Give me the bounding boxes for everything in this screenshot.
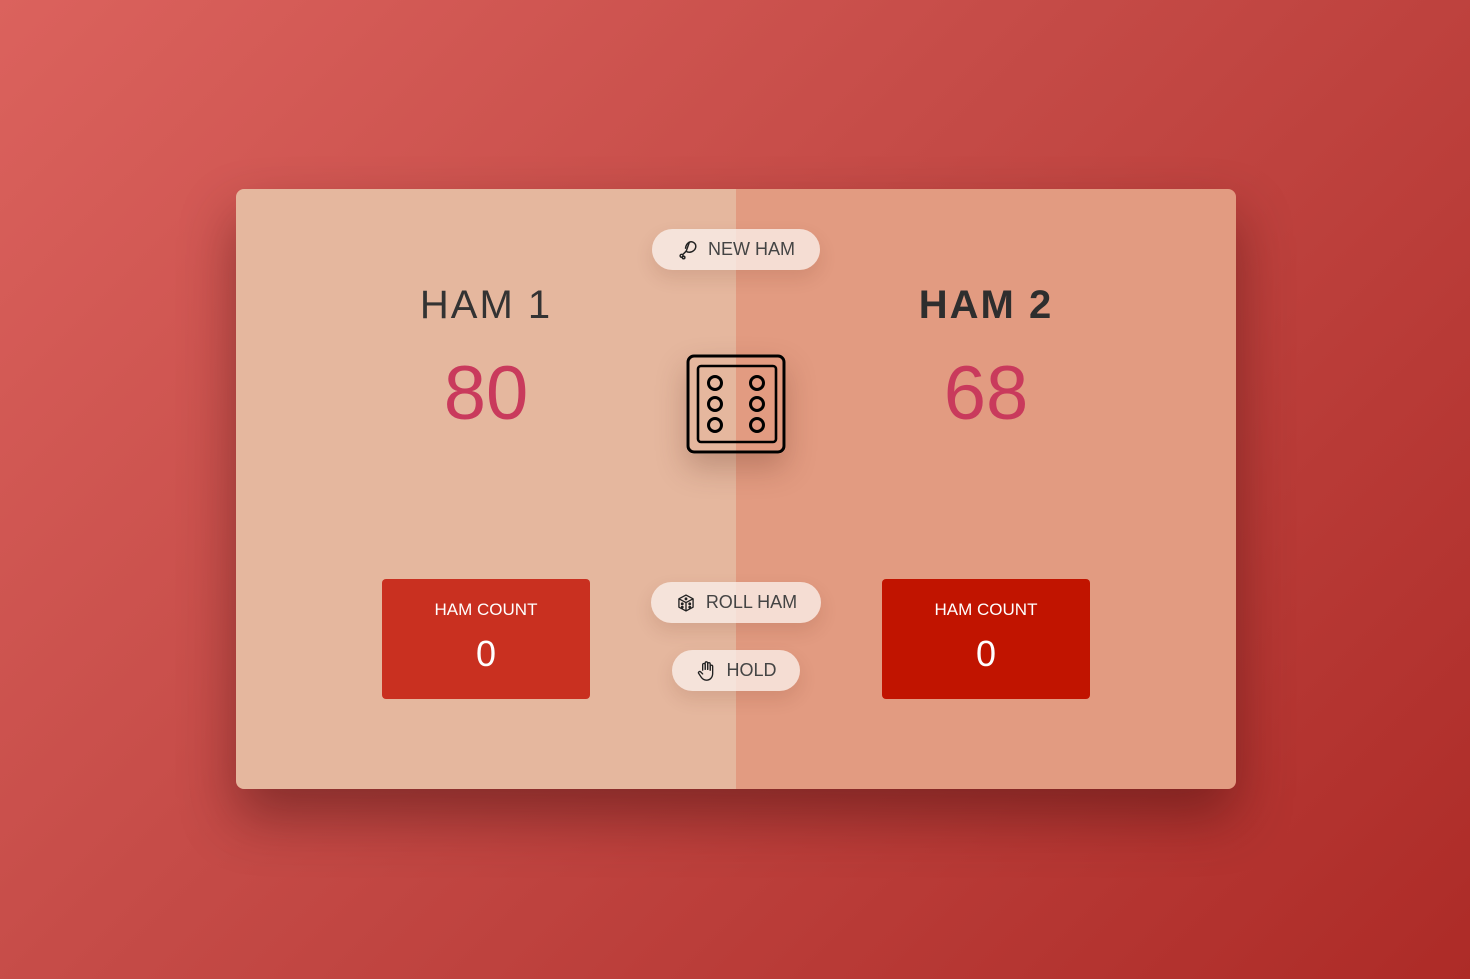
player-2-name: HAM 2: [918, 283, 1054, 327]
player-1-current-score: 0: [475, 633, 497, 674]
game-board: HAM 1 80 HAM COUNT 0 HAM 2 68 HAM COUNT …: [236, 189, 1236, 789]
hand-icon: [695, 660, 717, 682]
hold-button[interactable]: HOLD: [672, 650, 800, 691]
player-2-panel: HAM 2 68 HAM COUNT 0: [736, 189, 1236, 789]
new-game-button[interactable]: NEW HAM: [652, 229, 820, 270]
dice-six-icon: [686, 354, 786, 454]
player-2-current-score: 0: [975, 633, 997, 674]
player-1-score: 80: [443, 351, 529, 436]
dice-icon: [675, 592, 697, 614]
player-1-current-label: HAM COUNT: [434, 600, 538, 619]
player-2-current-label: HAM COUNT: [934, 600, 1038, 619]
hold-label: HOLD: [726, 660, 777, 680]
roll-dice-button[interactable]: ROLL HAM: [651, 582, 821, 623]
ham-leg-icon: [677, 239, 699, 261]
player-1-current-box: HAM COUNT 0: [382, 579, 590, 699]
player-2-current-box: HAM COUNT 0: [882, 579, 1090, 699]
player-1-panel: HAM 1 80 HAM COUNT 0: [236, 189, 736, 789]
new-game-label: NEW HAM: [708, 239, 795, 259]
player-1-name: HAM 1: [419, 283, 553, 327]
roll-dice-label: ROLL HAM: [705, 592, 798, 612]
player-2-score: 68: [943, 351, 1029, 436]
